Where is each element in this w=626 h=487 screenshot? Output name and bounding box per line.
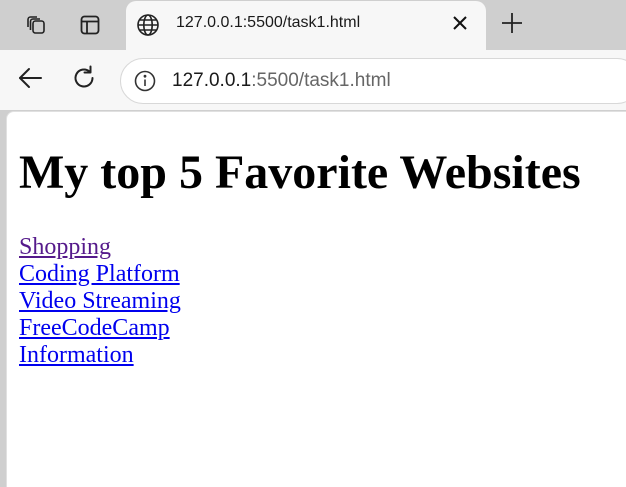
back-arrow-icon	[17, 65, 43, 96]
link-video-streaming[interactable]: Video Streaming	[19, 288, 581, 315]
tab-title: 127.0.0.1:5500/task1.html	[176, 14, 361, 31]
tab-strip: 127.0.0.1:5500/task1.html	[0, 0, 626, 50]
link-information[interactable]: Information	[19, 342, 581, 369]
link-freecodecamp[interactable]: FreeCodeCamp	[19, 315, 581, 342]
link-list: Shopping Coding Platform Video Streaming…	[19, 234, 581, 369]
url-host: 127.0.0.1	[172, 70, 252, 91]
browser-window: 127.0.0.1:5500/task1.html 127.0.0.1:5500…	[0, 0, 626, 487]
tab-actions-button[interactable]	[19, 8, 53, 42]
page-content: My top 5 Favorite Websites Shopping Codi…	[19, 112, 581, 369]
tab-actions-icon	[24, 13, 48, 37]
back-button[interactable]	[12, 62, 48, 98]
page-viewport: My top 5 Favorite Websites Shopping Codi…	[6, 111, 626, 487]
refresh-icon	[71, 65, 97, 96]
active-tab[interactable]: 127.0.0.1:5500/task1.html	[126, 1, 486, 50]
url-text: 127.0.0.1:5500/task1.html	[172, 70, 391, 92]
vertical-tabs-button[interactable]	[73, 8, 107, 42]
vertical-tabs-icon	[78, 13, 102, 37]
page-heading: My top 5 Favorite Websites	[19, 146, 581, 199]
info-icon[interactable]	[133, 69, 157, 93]
url-path: :5500/task1.html	[251, 70, 391, 91]
globe-icon	[136, 13, 160, 37]
address-bar[interactable]: 127.0.0.1:5500/task1.html	[120, 58, 626, 104]
close-icon	[452, 15, 468, 36]
refresh-button[interactable]	[66, 62, 102, 98]
toolbar: 127.0.0.1:5500/task1.html	[0, 50, 626, 110]
link-coding-platform[interactable]: Coding Platform	[19, 261, 581, 288]
plus-icon	[501, 12, 523, 39]
new-tab-button[interactable]	[495, 8, 529, 42]
close-tab-button[interactable]	[450, 15, 470, 35]
link-shopping[interactable]: Shopping	[19, 234, 581, 261]
